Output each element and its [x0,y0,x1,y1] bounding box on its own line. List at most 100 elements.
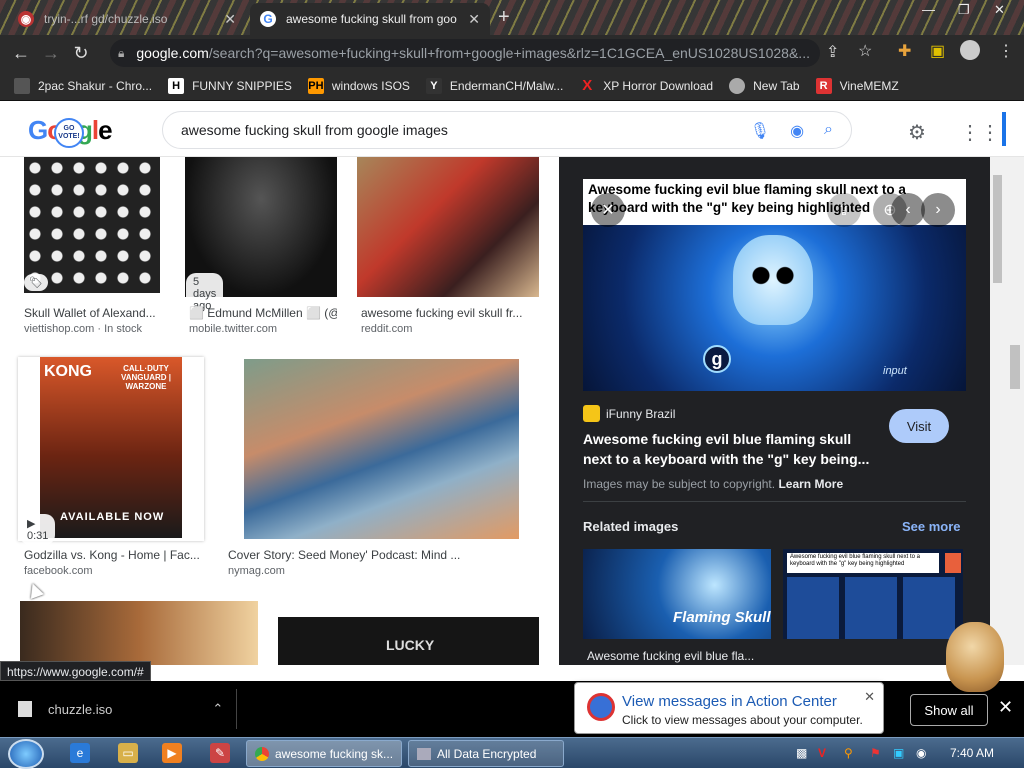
result-thumbnail[interactable] [24,157,160,293]
url-domain: google.com [136,45,209,61]
next-image-icon[interactable]: › [921,193,955,227]
bookmark-favicon-icon [729,77,746,94]
result-caption[interactable]: awesome fucking evil skull fr... [361,306,539,320]
tab-google-search[interactable]: G awesome fucking skull from goo ✕ [250,3,490,35]
bookmark-star-icon[interactable]: ☆ [858,41,872,61]
preview-title-link[interactable]: Awesome fucking evil blue flaming skull … [583,429,883,469]
result-thumbnail[interactable]: LUCKY [278,617,539,665]
close-tab-icon[interactable]: ✕ [216,11,236,28]
bookmark-new-tab[interactable]: New Tab [729,77,800,94]
menu-kebab-icon[interactable]: ⋮ [998,41,1014,61]
share-icon[interactable]: ⇪ [826,42,839,62]
status-url-bubble: https://www.google.com/# [0,661,151,681]
result-caption[interactable]: Godzilla vs. Kong - Home | Fac... [24,548,204,562]
back-icon[interactable]: ← [6,43,36,64]
bookmark-label: XP Horror Download [603,78,714,93]
sidebar-icon[interactable]: ▣ [930,41,945,61]
close-preview-icon[interactable]: ✕ [591,193,625,227]
taskbar-chrome-window[interactable]: awesome fucking sk... [246,740,402,767]
taskbar-encrypted-window[interactable]: All Data Encrypted [408,740,564,767]
reload-icon[interactable]: ↻ [66,43,96,64]
see-more-link[interactable]: See more [902,519,961,534]
tab-chuzzle[interactable]: ◉ tryin-...rf gd/chuzzle.iso ✕ [8,3,246,35]
result-thumbnail[interactable] [357,157,539,297]
result-caption[interactable]: Cover Story: Seed Money' Podcast: Mind .… [228,548,528,562]
paint-icon[interactable]: ✎ [210,743,230,763]
search-query: awesome fucking skull from google images [181,122,448,138]
media-player-icon[interactable]: ▶ [162,743,182,763]
bookmark-endermanch[interactable]: Y EndermanCH/Malw... [425,77,563,94]
preview-image[interactable]: g input [583,225,966,391]
download-filename: chuzzle.iso [48,701,113,717]
search-icon[interactable]: ⌕ [824,121,833,141]
address-bar[interactable]: 🔒︎ google.com /search?q=awesome+fucking+… [110,39,820,67]
learn-more-link[interactable]: Learn More [778,477,843,491]
bookmark-windows-isos[interactable]: PH windows ISOS [307,77,410,94]
visit-button[interactable]: Visit [889,409,949,443]
apps-grid-icon[interactable]: ⋮⋮ [960,120,1000,145]
tray-volume-icon[interactable]: ◉ [916,746,926,760]
result-thumbnail[interactable] [20,601,258,665]
related-image-caption[interactable]: Awesome fucking evil blue fla... [587,649,754,663]
image-results-grid: 🏷︎ Skull Wallet of Alexand... viettishop… [0,157,558,665]
minimize-icon[interactable]: — [922,2,935,17]
result-caption[interactable]: ⬜ Edmund McMillen ⬜ (@... [189,306,337,320]
related-image[interactable]: Flaming Skull [583,549,771,639]
go-vote-badge[interactable]: GO VOTE! [54,118,84,148]
taskbar-clock[interactable]: 7:40 AM [950,746,994,760]
forward-icon[interactable]: → [36,43,66,64]
result-source[interactable]: reddit.com [361,323,412,335]
share-preview-icon[interactable]: ⇪ [827,193,861,227]
result-source[interactable]: nymag.com [228,565,285,577]
show-all-button[interactable]: Show all [910,694,988,726]
page-scroll-thumb[interactable] [1010,345,1020,389]
previous-image-icon[interactable]: ‹ [891,193,925,227]
tray-network-icon[interactable]: ▣ [893,746,904,760]
bookmark-2pac[interactable]: 2pac Shakur - Chro... [14,77,152,94]
bookmark-favicon-icon: PH [307,77,324,94]
start-orb-icon[interactable] [8,739,44,769]
bookmark-favicon-icon: Y [425,77,442,94]
extensions-icon[interactable]: ✚ [898,41,911,61]
result-source[interactable]: mobile.twitter.com [189,323,277,335]
result-source[interactable]: facebook.com [24,565,92,577]
microphone-icon[interactable]: 🎙︎ [750,121,770,141]
internet-explorer-icon[interactable]: e [70,743,90,763]
close-tab-icon[interactable]: ✕ [460,11,480,28]
result-caption[interactable]: Skull Wallet of Alexand... [24,306,160,320]
result-thumbnail[interactable] [244,359,519,539]
panel-scroll-thumb[interactable] [993,175,1002,283]
preview-source[interactable]: iFunny Brazil [583,405,675,422]
close-notification-icon[interactable]: ✕ [864,689,875,705]
bookmark-xp-horror[interactable]: X XP Horror Download [579,77,714,94]
related-image[interactable]: Awesome fucking evil blue flaming skull … [783,549,963,639]
close-window-icon[interactable]: ✕ [994,2,1005,18]
explorer-folder-icon[interactable]: ▭ [118,743,138,763]
restore-icon[interactable]: ❐ [958,2,970,18]
search-box[interactable]: awesome fucking skull from google images… [162,111,852,149]
new-tab-icon[interactable]: + [498,6,510,29]
video-duration-badge: ▶ 0:31 [20,514,56,545]
divider [583,501,966,502]
camera-lens-icon[interactable]: ◉ [790,121,804,141]
settings-gear-icon[interactable]: ⚙ [908,120,926,145]
tray-flag-icon[interactable]: ⚑ [870,746,881,760]
close-download-bar-icon[interactable]: ✕ [998,697,1013,718]
bookmark-funny-snippies[interactable]: H FUNNY SNIPPIES [168,77,292,94]
result-source[interactable]: viettishop.com · In stock [24,323,142,335]
page-scrollbar[interactable] [990,157,1024,665]
bookmark-vinememz[interactable]: R VineMEMZ [815,77,899,94]
notification-title: View messages in Action Center [622,693,837,710]
related-collage [787,577,959,639]
tray-antivirus-icon[interactable]: V [818,746,826,760]
download-item[interactable]: chuzzle.iso ⌃ [18,701,223,717]
chevron-up-icon[interactable]: ⌃ [212,701,223,717]
taskbar-button-label: awesome fucking sk... [275,746,394,761]
copyright-notice: Images may be subject to copyright. Lear… [583,477,843,491]
tray-search-icon[interactable]: ⚲ [844,746,853,760]
tray-app-icon[interactable]: ▩ [796,746,807,760]
profile-avatar-icon[interactable] [960,40,980,60]
notification-subtitle: Click to view messages about your comput… [622,713,863,727]
divider [236,689,237,729]
action-center-notification[interactable]: View messages in Action Center Click to … [574,682,884,734]
